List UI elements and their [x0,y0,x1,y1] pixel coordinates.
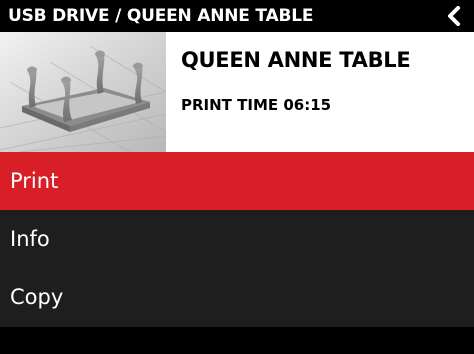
file-title: QUEEN ANNE TABLE [181,48,411,72]
table-model-image [0,32,166,152]
menu-item-label: Info [10,227,50,251]
menu-item-label: Copy [10,285,64,309]
header-bar: USB DRIVE / QUEEN ANNE TABLE [0,0,474,32]
breadcrumb: USB DRIVE / QUEEN ANNE TABLE [8,6,314,26]
model-thumbnail [0,32,166,152]
screen: USB DRIVE / QUEEN ANNE TABLE QUEEN ANNE … [0,0,474,354]
print-time: PRINT TIME 06:15 [181,96,332,114]
bottom-bar [0,327,474,354]
menu-item-copy[interactable]: Copy [0,268,474,326]
menu-item-info[interactable]: Info [0,210,474,268]
file-info-panel: QUEEN ANNE TABLE PRINT TIME 06:15 [0,32,474,152]
chevron-left-icon [448,6,460,26]
back-button[interactable] [442,4,466,28]
action-menu: Print Info Copy [0,152,474,327]
menu-item-label: Print [10,169,59,193]
menu-item-print[interactable]: Print [0,152,474,210]
